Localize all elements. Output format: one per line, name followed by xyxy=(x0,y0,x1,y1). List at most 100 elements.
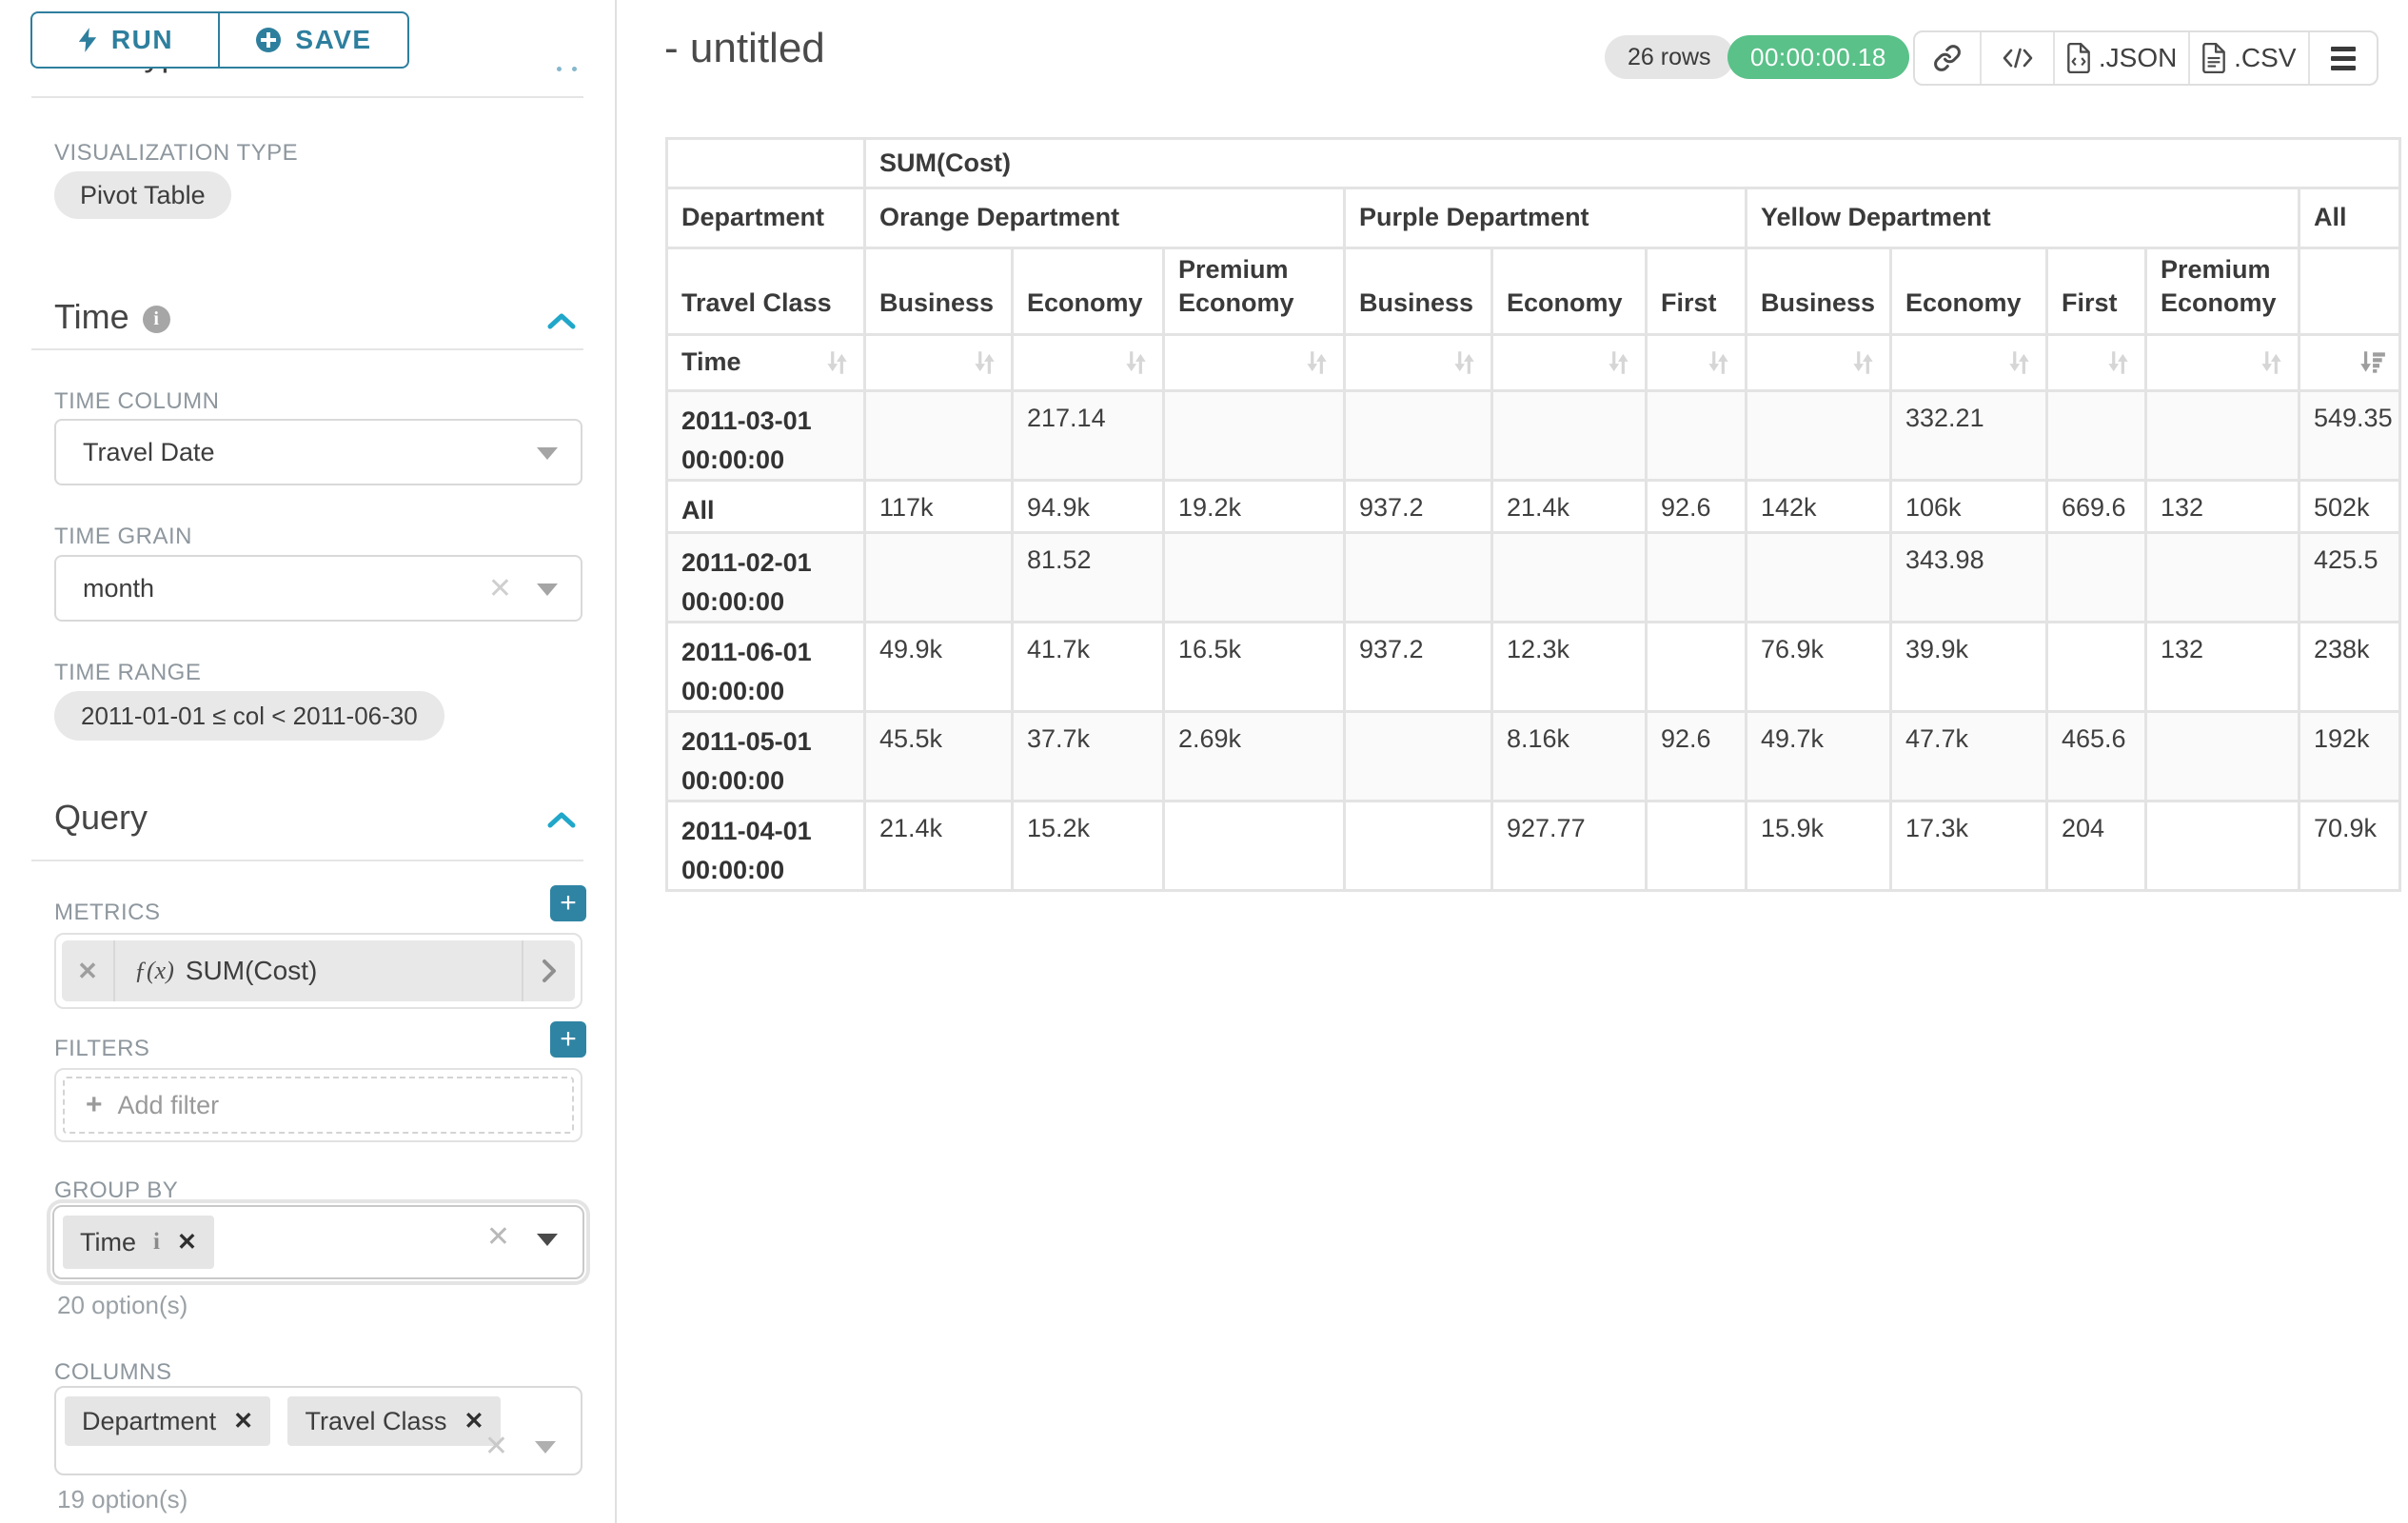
group-by-select[interactable]: Time i ✕ ✕ xyxy=(52,1205,584,1279)
value-cell: 927.77 xyxy=(1492,801,1647,891)
file-icon xyxy=(2066,43,2091,73)
value-cell: 49.7k xyxy=(1747,712,1891,801)
remove-chip-icon[interactable]: ✕ xyxy=(177,1228,197,1256)
time-grain-label: TIME GRAIN xyxy=(54,524,192,550)
metrics-control: ✕ ƒ(x) SUM(Cost) xyxy=(54,933,582,1009)
clear-all-icon[interactable]: ✕ xyxy=(486,1220,510,1254)
sort-header[interactable] xyxy=(1647,335,1747,391)
sort-arrows-icon[interactable] xyxy=(969,348,999,377)
sort-arrows-icon[interactable] xyxy=(1603,348,1633,377)
add-metric-button[interactable]: + xyxy=(550,885,586,921)
value-cell: 132 xyxy=(2146,481,2299,533)
value-cell: 94.9k xyxy=(1013,481,1164,533)
value-cell: 16.5k xyxy=(1164,623,1345,712)
time-section-header: Time i xyxy=(54,297,170,337)
embed-code-button[interactable] xyxy=(1982,32,2055,84)
hamburger-icon xyxy=(2331,47,2356,70)
value-cell: 12.3k xyxy=(1492,623,1647,712)
clear-all-icon[interactable]: ✕ xyxy=(484,1430,508,1463)
function-icon: ƒ(x) xyxy=(134,957,174,985)
chevron-down-icon xyxy=(535,1441,556,1454)
value-cell: 92.6 xyxy=(1647,481,1747,533)
sort-header[interactable] xyxy=(1164,335,1345,391)
add-filter-dropzone[interactable]: + Add filter xyxy=(63,1077,574,1134)
travel-class-header: Economy xyxy=(1891,248,2047,335)
sort-arrows-icon[interactable] xyxy=(2102,348,2133,377)
sort-header[interactable] xyxy=(1345,335,1492,391)
value-cell: 549.35 xyxy=(2299,391,2400,481)
sort-header[interactable] xyxy=(865,335,1013,391)
value-cell: 132 xyxy=(2146,623,2299,712)
columns-select[interactable]: Department ✕ Travel Class ✕ ✕ xyxy=(54,1386,582,1475)
remove-chip-icon[interactable]: ✕ xyxy=(464,1407,484,1435)
value-cell xyxy=(1345,801,1492,891)
value-cell: 8.16k xyxy=(1492,712,1647,801)
x-icon[interactable]: ✕ xyxy=(488,572,512,605)
row-count-badge: 26 rows xyxy=(1605,35,1734,79)
time-column-value: Travel Date xyxy=(83,421,215,484)
value-cell xyxy=(1345,712,1492,801)
visualization-type-value[interactable]: Pivot Table xyxy=(54,171,231,219)
export-button-group: .JSON .CSV xyxy=(1913,30,2378,86)
sort-header-time[interactable]: Time xyxy=(667,335,865,391)
value-cell: 70.9k xyxy=(2299,801,2400,891)
query-section-title: Query xyxy=(54,798,148,838)
section-divider xyxy=(31,348,583,350)
value-cell: 117k xyxy=(865,481,1013,533)
table-row: 2011-05-01 00:00:0045.5k37.7k2.69k8.16k9… xyxy=(667,712,2400,801)
sort-arrows-icon[interactable] xyxy=(1120,348,1151,377)
more-menu-button[interactable] xyxy=(2310,32,2377,84)
chevron-down-icon xyxy=(537,583,558,596)
sort-arrows-icon[interactable] xyxy=(1449,348,1479,377)
export-json-button[interactable]: .JSON xyxy=(2055,32,2189,84)
group-by-chip-time[interactable]: Time i ✕ xyxy=(63,1216,214,1269)
time-column-select[interactable]: Travel Date xyxy=(54,419,582,485)
value-cell xyxy=(1345,391,1492,481)
chevron-up-icon[interactable] xyxy=(547,312,576,334)
value-cell: 425.5 xyxy=(2299,533,2400,623)
link-icon xyxy=(1933,44,1962,72)
sort-arrows-icon[interactable] xyxy=(821,348,852,377)
sort-header[interactable] xyxy=(2146,335,2299,391)
row-label: 2011-05-01 00:00:00 xyxy=(667,712,865,801)
remove-metric-icon[interactable]: ✕ xyxy=(62,940,115,1001)
sort-arrows-icon[interactable] xyxy=(1847,348,1878,377)
remove-chip-icon[interactable]: ✕ xyxy=(233,1407,253,1435)
sort-header[interactable] xyxy=(1492,335,1647,391)
chart-title[interactable]: - untitled xyxy=(664,25,825,72)
pivot-table: SUM(Cost)DepartmentOrange DepartmentPurp… xyxy=(665,137,2401,892)
time-grain-select[interactable]: month ✕ xyxy=(54,555,582,622)
sort-arrows-icon[interactable] xyxy=(2256,348,2286,377)
value-cell: 217.14 xyxy=(1013,391,1164,481)
chevron-right-icon[interactable] xyxy=(522,940,575,1001)
save-button[interactable]: SAVE xyxy=(219,11,409,69)
sort-header[interactable] xyxy=(1891,335,2047,391)
lightning-icon xyxy=(77,27,98,53)
value-cell: 81.52 xyxy=(1013,533,1164,623)
sort-arrows-icon[interactable] xyxy=(1703,348,1733,377)
sort-header[interactable] xyxy=(1013,335,1164,391)
export-csv-button[interactable]: .CSV xyxy=(2190,32,2310,84)
value-cell: 204 xyxy=(2047,801,2146,891)
sort-header[interactable] xyxy=(2299,335,2400,391)
section-divider xyxy=(31,860,583,861)
time-range-label: TIME RANGE xyxy=(54,660,201,686)
sort-descending-icon[interactable] xyxy=(2357,348,2387,377)
run-button[interactable]: RUN xyxy=(30,11,219,69)
time-range-value[interactable]: 2011-01-01 ≤ col < 2011-06-30 xyxy=(54,691,444,741)
sort-header[interactable] xyxy=(1747,335,1891,391)
filters-control: + Add filter xyxy=(54,1068,582,1142)
value-cell: 937.2 xyxy=(1345,623,1492,712)
sort-arrows-icon[interactable] xyxy=(2003,348,2034,377)
sort-header[interactable] xyxy=(2047,335,2146,391)
share-link-button[interactable] xyxy=(1915,32,1982,84)
table-row: 2011-03-01 00:00:00217.14332.21549.35 xyxy=(667,391,2400,481)
columns-chip-department[interactable]: Department ✕ xyxy=(65,1396,270,1446)
metric-item[interactable]: ✕ ƒ(x) SUM(Cost) xyxy=(62,940,575,1001)
table-row: 2011-06-01 00:00:0049.9k41.7k16.5k937.21… xyxy=(667,623,2400,712)
add-filter-button[interactable]: + xyxy=(550,1021,586,1058)
sort-arrows-icon[interactable] xyxy=(1301,348,1332,377)
value-cell: 45.5k xyxy=(865,712,1013,801)
columns-chip-travel-class[interactable]: Travel Class ✕ xyxy=(287,1396,501,1446)
chevron-up-icon[interactable] xyxy=(547,811,576,833)
